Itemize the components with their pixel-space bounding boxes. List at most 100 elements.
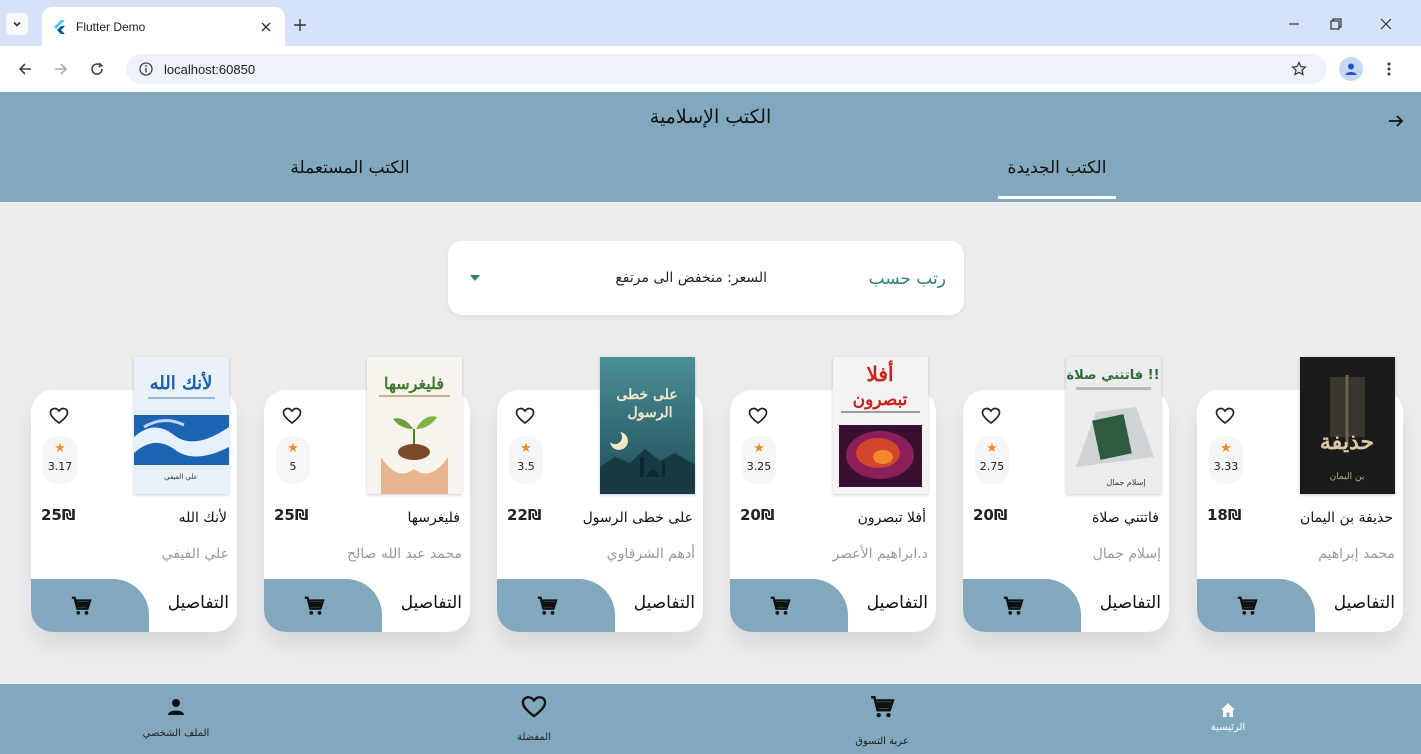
- book-card[interactable]: على خطى الرسول ★ 3.5 22₪ على خطى الرسول …: [497, 357, 703, 632]
- svg-text:على خطى: على خطى: [616, 387, 677, 403]
- minimize-button[interactable]: [1282, 12, 1306, 36]
- rating-value: 3.33: [1213, 460, 1239, 473]
- rating-badge: ★ 3.5: [509, 436, 543, 484]
- tab-used-books[interactable]: الكتب المستعملة: [275, 158, 425, 178]
- bookmark-button[interactable]: [1288, 58, 1310, 80]
- cart-icon: [304, 596, 325, 615]
- svg-text:فاتتني صلاة !!: فاتتني صلاة !!: [1066, 368, 1159, 383]
- details-button[interactable]: التفاصيل: [1100, 593, 1161, 613]
- book-cover-image[interactable]: فليغرسها: [367, 357, 462, 494]
- book-price: 25₪: [41, 506, 76, 524]
- favorite-heart-icon[interactable]: [49, 406, 69, 426]
- close-tab-icon[interactable]: [257, 18, 275, 36]
- details-button[interactable]: التفاصيل: [867, 593, 928, 613]
- details-button[interactable]: التفاصيل: [1334, 593, 1395, 613]
- add-to-cart-button[interactable]: [31, 579, 149, 632]
- books-list: حذيفة بن اليمان ★ 3.33 18₪ حذيفة بن اليم…: [0, 350, 1421, 670]
- rating-badge: ★ 3.25: [742, 436, 776, 484]
- rating-value: 2.75: [979, 460, 1005, 473]
- book-cover-image[interactable]: لأنك الله علي الفيفي: [134, 357, 229, 494]
- add-to-cart-button[interactable]: [730, 579, 848, 632]
- home-icon: [1221, 703, 1235, 717]
- app-bar: الكتب الإسلامية الكتب المستعملة الكتب ال…: [0, 92, 1421, 202]
- star-icon: ★: [287, 441, 299, 456]
- dropdown-caret-icon[interactable]: [470, 274, 480, 282]
- add-to-cart-button[interactable]: [963, 579, 1081, 632]
- nav-home[interactable]: الرئيسية: [1158, 684, 1298, 754]
- svg-text:إسلام جمال: إسلام جمال: [1106, 478, 1145, 488]
- book-cover-image[interactable]: فاتتني صلاة !! إسلام جمال: [1066, 357, 1161, 494]
- nav-label-profile: الملف الشخصي: [142, 728, 210, 739]
- star-icon: ★: [54, 441, 66, 456]
- back-button[interactable]: [14, 58, 36, 80]
- cart-icon: [537, 596, 558, 615]
- svg-text:علي الفيفي: علي الفيفي: [164, 473, 198, 481]
- favorite-heart-icon[interactable]: [748, 406, 768, 426]
- add-to-cart-button[interactable]: [264, 579, 382, 632]
- favorite-heart-icon[interactable]: [1215, 406, 1235, 426]
- browser-tabstrip: Flutter Demo: [0, 0, 1421, 46]
- url-field[interactable]: [164, 61, 464, 77]
- book-author: علي الفيفي: [161, 546, 229, 562]
- nav-profile[interactable]: الملف الشخصي: [106, 684, 246, 754]
- details-button[interactable]: التفاصيل: [401, 593, 462, 613]
- person-icon: [168, 699, 184, 715]
- nav-label-home: الرئيسية: [1210, 722, 1246, 733]
- book-card[interactable]: لأنك الله علي الفيفي ★ 3.17 25₪ لأنك الل…: [31, 357, 237, 632]
- svg-text:تبصرون: تبصرون: [853, 390, 908, 410]
- rating-value: 3.5: [517, 460, 535, 473]
- book-cover-image[interactable]: حذيفة بن اليمان: [1300, 357, 1395, 494]
- forward-button[interactable]: [50, 58, 72, 80]
- tab-search-button[interactable]: [6, 13, 28, 35]
- nav-cart[interactable]: عربة التسوق: [812, 684, 952, 754]
- book-card[interactable]: حذيفة بن اليمان ★ 3.33 18₪ حذيفة بن اليم…: [1197, 357, 1403, 632]
- book-price: 25₪: [274, 506, 309, 524]
- nav-label-favorites: المفضلة: [516, 732, 551, 743]
- star-outline-icon: [1291, 61, 1307, 76]
- tab-new-books[interactable]: الكتب الجديدة: [998, 158, 1116, 178]
- svg-text:أفلا: أفلا: [866, 360, 893, 386]
- svg-text:حذيفة: حذيفة: [1320, 429, 1374, 455]
- book-author: إسلام جمال: [1092, 546, 1161, 562]
- star-icon: ★: [1220, 441, 1232, 456]
- favorite-heart-icon[interactable]: [981, 406, 1001, 426]
- book-cover-image[interactable]: على خطى الرسول: [600, 357, 695, 494]
- book-card[interactable]: أفلا تبصرون ★ 3.25 20₪ أفلا تبصرون د.ابر…: [730, 357, 936, 632]
- details-button[interactable]: التفاصيل: [168, 593, 229, 613]
- profile-avatar[interactable]: [1339, 57, 1363, 81]
- book-author: محمد عبد الله صالح: [346, 546, 462, 562]
- book-title: حذيفة بن اليمان: [1300, 510, 1393, 526]
- book-price: 22₪: [507, 506, 542, 524]
- star-icon: ★: [520, 441, 532, 456]
- favorite-heart-icon[interactable]: [282, 406, 302, 426]
- book-price: 20₪: [740, 506, 775, 524]
- nav-favorites[interactable]: المفضلة: [464, 684, 604, 754]
- add-to-cart-button[interactable]: [1197, 579, 1315, 632]
- favorite-heart-icon[interactable]: [515, 406, 535, 426]
- book-price: 20₪: [973, 506, 1008, 524]
- bottom-navigation: الرئيسية عربة التسوق المفضلة الملف الشخص…: [0, 684, 1421, 754]
- sort-dropdown-value[interactable]: السعر: منخفض الى مرتفع: [615, 270, 767, 286]
- browser-tab[interactable]: Flutter Demo: [42, 7, 285, 46]
- book-card[interactable]: فاتتني صلاة !! إسلام جمال ★ 2.75 20₪ فات…: [963, 357, 1169, 632]
- reload-button[interactable]: [86, 58, 108, 80]
- book-card[interactable]: فليغرسها ★ 5 25₪ فليغرسها محمد عبد الله …: [264, 357, 470, 632]
- arrow-right-icon: [55, 63, 68, 75]
- book-cover-image[interactable]: أفلا تبصرون: [833, 357, 928, 494]
- back-arrow-icon[interactable]: [1387, 112, 1405, 130]
- book-author: د.ابراهيم الأعصر: [832, 546, 928, 562]
- book-title: فليغرسها: [407, 510, 460, 526]
- new-tab-button[interactable]: [289, 14, 311, 36]
- address-bar[interactable]: [126, 54, 1327, 84]
- book-author: محمد إبراهيم: [1318, 546, 1395, 562]
- rating-badge: ★ 3.17: [43, 436, 77, 484]
- rating-badge: ★ 2.75: [975, 436, 1009, 484]
- site-info-icon[interactable]: [138, 61, 154, 77]
- book-title: فاتتني صلاة: [1092, 510, 1159, 526]
- close-window-button[interactable]: [1374, 12, 1398, 36]
- browser-menu-button[interactable]: [1378, 58, 1400, 80]
- add-to-cart-button[interactable]: [497, 579, 615, 632]
- heart-icon: [521, 696, 547, 718]
- restore-button[interactable]: [1324, 12, 1348, 36]
- details-button[interactable]: التفاصيل: [634, 593, 695, 613]
